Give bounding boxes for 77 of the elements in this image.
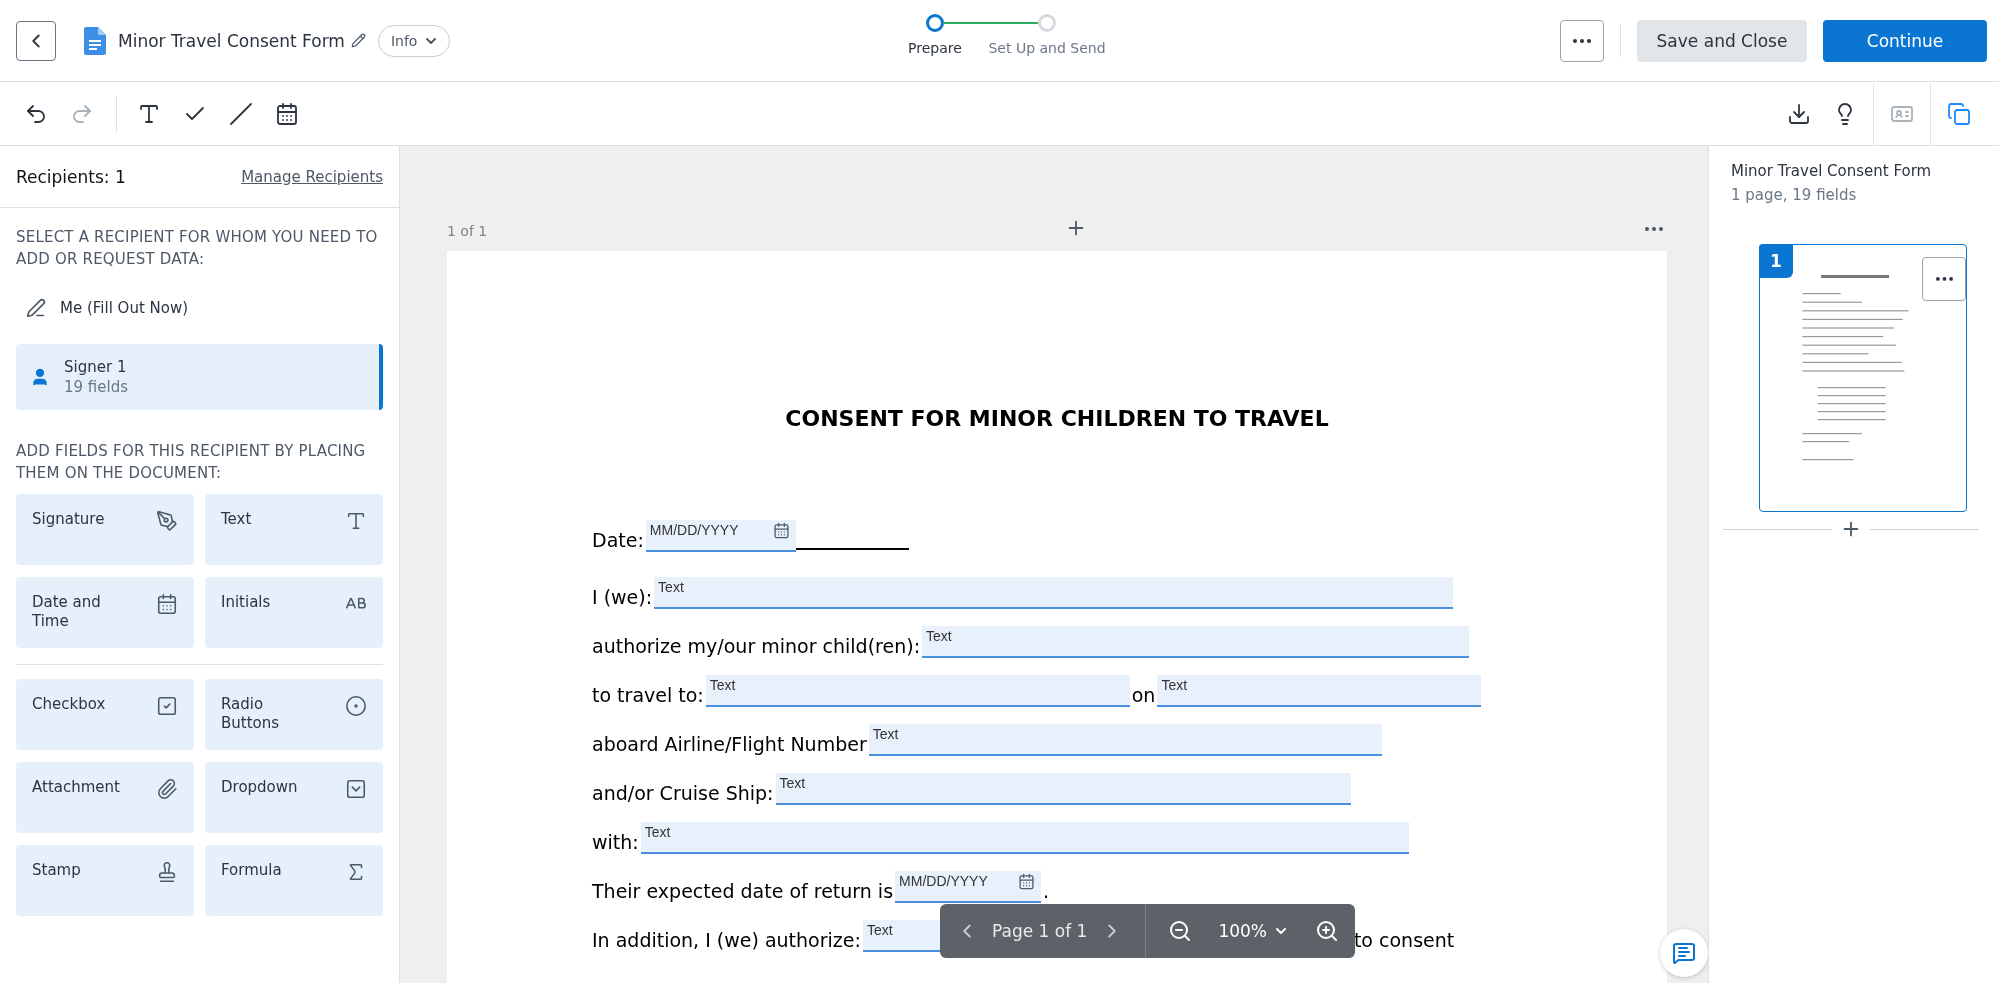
calendar-icon[interactable]: [1018, 873, 1036, 890]
page-thumbnail[interactable]: 1: [1759, 244, 1967, 512]
form-label: .: [1043, 879, 1050, 903]
field-tool-button[interactable]: Radio Buttons: [205, 679, 383, 750]
step-label[interactable]: Prepare: [908, 40, 962, 56]
step-label[interactable]: Set Up and Send: [988, 40, 1106, 56]
field-tool-button[interactable]: Date and Time: [16, 577, 194, 648]
form-label: on: [1131, 683, 1156, 707]
recipient-name: Signer 1: [64, 358, 128, 376]
text-field[interactable]: Text: [922, 626, 1470, 658]
text-field[interactable]: Text: [868, 724, 1382, 756]
zoom-in-icon: [1315, 919, 1339, 943]
info-dropdown[interactable]: Info: [377, 24, 451, 57]
form-label: Date:: [592, 528, 644, 552]
form-label: aboard Airline/Flight Number: [592, 732, 867, 756]
form-label: I (we):: [592, 585, 653, 609]
ellipsis-icon: [1935, 277, 1953, 281]
checkbox-icon: [156, 695, 178, 717]
dropdown-icon: [345, 778, 367, 800]
pen-icon: [26, 298, 46, 318]
pen-icon: [156, 510, 178, 532]
recipients-title: Recipients: 1: [16, 166, 126, 187]
ellipsis-icon: [1573, 38, 1591, 43]
field-tool-button[interactable]: Stamp: [16, 845, 194, 916]
recipient-card[interactable]: Signer 1 19 fields: [16, 344, 383, 410]
form-label: to consent: [1353, 928, 1455, 952]
more-icon[interactable]: [1645, 227, 1663, 231]
text-icon: [345, 510, 367, 532]
page-indicator: Page 1 of 1: [992, 921, 1088, 941]
edit-icon[interactable]: [350, 33, 366, 48]
form-label: with:: [592, 830, 639, 854]
calendar-icon: [156, 593, 178, 615]
save-button[interactable]: Save and Close: [1637, 19, 1807, 62]
zoom-dropdown[interactable]: 100%: [1212, 920, 1295, 942]
manage-recipients-link[interactable]: Manage Recipients: [241, 167, 383, 186]
continue-button[interactable]: Continue: [1823, 19, 1987, 62]
back-button[interactable]: [16, 20, 56, 61]
radio-icon: [345, 695, 367, 717]
form-label: In addition, I (we) authorize:: [592, 928, 861, 952]
section-heading: ADD FIELDS FOR THIS RECIPIENT BY PLACING THEM ON THE DOCUMENT:: [16, 441, 367, 484]
person-icon: [30, 367, 50, 387]
text-field[interactable]: Text: [705, 675, 1130, 707]
page-number-badge: 1: [1759, 244, 1793, 278]
date-field[interactable]: MM/DD/YYYY: [645, 520, 796, 552]
text-field[interactable]: Text: [640, 822, 1409, 854]
panel-title: Minor Travel Consent Form: [1731, 162, 1933, 180]
form-label: and/or Cruise Ship:: [592, 781, 774, 805]
field-tool-button[interactable]: Signature: [16, 494, 194, 565]
info-label: Info: [390, 32, 418, 49]
field-tool-button[interactable]: Checkbox: [16, 679, 194, 750]
document-heading: CONSENT FOR MINOR CHILDREN TO TRAVEL: [784, 406, 1330, 431]
field-tool-button[interactable]: Dropdown: [205, 762, 383, 833]
comments-button[interactable]: [1660, 929, 1708, 977]
page-counter: 1 of 1: [447, 223, 489, 239]
zoom-level: 100%: [1218, 921, 1267, 941]
form-label: Their expected date of return is: [592, 879, 894, 903]
text-field[interactable]: Text: [1157, 675, 1482, 707]
paperclip-icon: [156, 778, 178, 800]
panel-summary: 1 page, 19 fields: [1731, 186, 1858, 204]
field-tool-button[interactable]: Text: [205, 494, 383, 565]
field-tool-button[interactable]: Initials: [205, 577, 383, 648]
section-heading: SELECT A RECIPIENT FOR WHOM YOU NEED TO ADD OR REQUEST DATA:: [16, 227, 379, 270]
date-field[interactable]: MM/DD/YYYY: [895, 871, 1042, 903]
calendar-icon[interactable]: [772, 522, 790, 539]
stamp-icon: [156, 861, 178, 883]
zoom-out-icon: [1168, 919, 1193, 943]
form-label: authorize my/our minor child(ren):: [592, 634, 921, 658]
field-tool-button[interactable]: Attachment: [16, 762, 194, 833]
field-tool-button[interactable]: Formula: [205, 845, 383, 916]
message-icon: [1672, 941, 1696, 965]
document-icon: [84, 26, 106, 55]
recipient-item[interactable]: Me (Fill Out Now): [16, 284, 383, 332]
text-field[interactable]: Text: [654, 577, 1454, 609]
text-field[interactable]: Text: [775, 773, 1351, 805]
document-title: Minor Travel Consent Form: [118, 30, 345, 51]
form-label: to travel to:: [592, 683, 704, 707]
field-count: 19 fields: [64, 378, 129, 396]
